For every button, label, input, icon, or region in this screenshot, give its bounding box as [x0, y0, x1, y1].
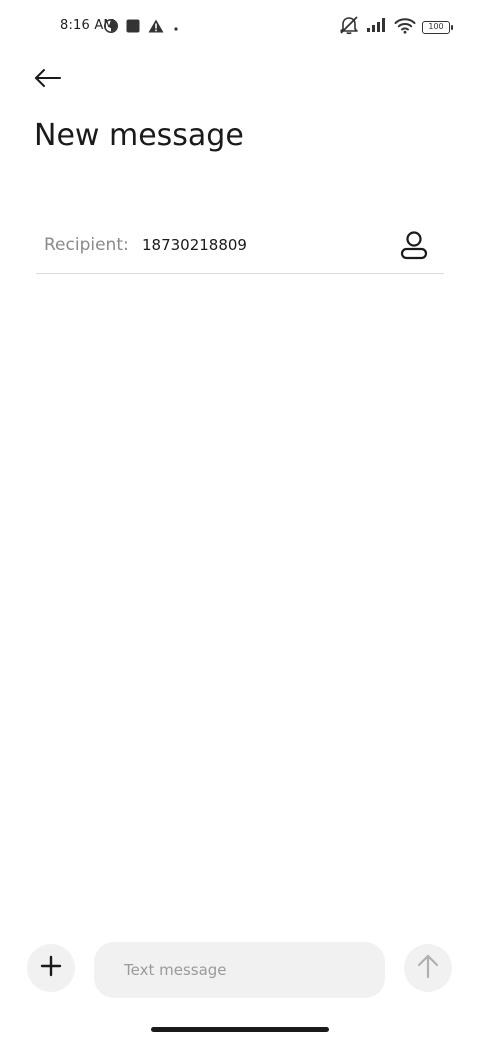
wifi-icon	[394, 17, 416, 38]
plus-icon	[40, 955, 62, 981]
arrow-left-icon	[34, 68, 62, 92]
mute-icon	[338, 15, 360, 39]
signal-icon	[366, 17, 388, 37]
battery-level: 100	[428, 22, 444, 31]
battery-icon: 100	[422, 20, 453, 34]
contact-picker-button[interactable]	[398, 230, 430, 264]
message-input[interactable]	[122, 960, 357, 980]
square-icon	[126, 18, 140, 37]
recipient-row: Recipient:	[36, 222, 444, 274]
status-left-icons	[104, 18, 180, 36]
home-indicator[interactable]	[151, 1027, 329, 1032]
back-button[interactable]	[28, 62, 68, 98]
send-button[interactable]	[404, 944, 452, 992]
page-title: New message	[34, 118, 244, 153]
dot-icon	[172, 18, 180, 37]
warning-icon	[148, 18, 164, 37]
status-bar: 8:16 AM 100	[0, 0, 480, 54]
message-box	[94, 942, 385, 998]
recipient-label: Recipient:	[44, 235, 129, 255]
circle-half-icon	[104, 18, 118, 37]
arrow-up-icon	[417, 953, 439, 983]
status-right-icons: 100	[338, 15, 453, 39]
recipient-input[interactable]	[142, 236, 382, 254]
attach-button[interactable]	[27, 944, 75, 992]
person-icon	[400, 230, 428, 264]
